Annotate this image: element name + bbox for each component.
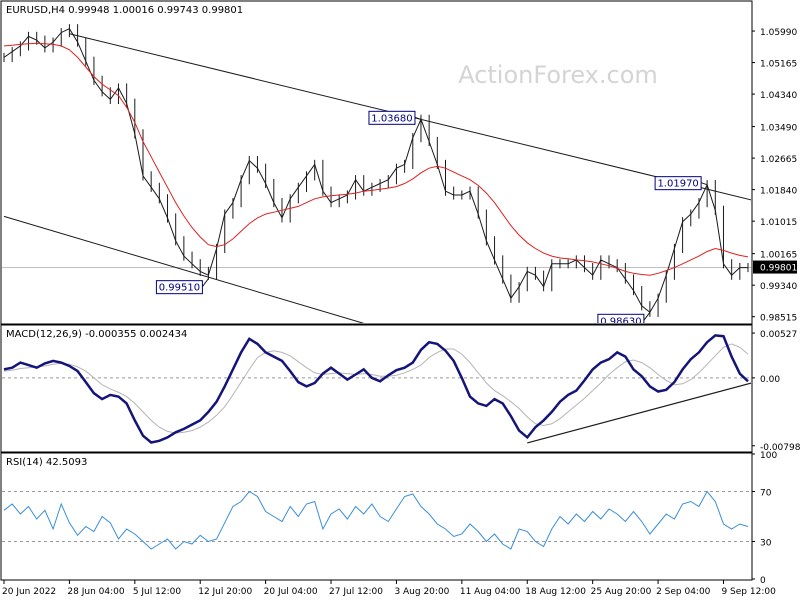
time-axis-label: 2 Sep 04:00 xyxy=(656,587,711,597)
price-axis-label: 0.99340 xyxy=(760,282,797,292)
price-panel-frame xyxy=(0,0,753,325)
current-price-label: 0.99801 xyxy=(760,264,797,274)
macd-axis-label: 0.00527 xyxy=(760,330,797,340)
time-axis-label: 5 Jul 12:00 xyxy=(133,587,182,597)
rsi-axis-label: 0 xyxy=(760,576,766,586)
chart-window: ActionForex.com 1.03680 0.99510 1.01970 0.9… xyxy=(0,0,800,600)
time-axis-label: 20 Jun 2022 xyxy=(2,587,56,597)
chart-canvas[interactable]: ActionForex.com 1.03680 0.99510 1.01970 0.9… xyxy=(0,0,800,600)
time-axis-label: 18 Aug 12:00 xyxy=(525,587,586,597)
annotation-label: 1.01970 xyxy=(657,179,698,190)
rsi-axis-label: 30 xyxy=(760,539,772,549)
time-axis-label: 3 Aug 20:00 xyxy=(394,587,449,597)
macd-panel-frame xyxy=(0,324,753,453)
price-axis-label: 1.00165 xyxy=(760,251,797,261)
time-axis-label: 28 Jun 04:00 xyxy=(67,587,124,597)
price-axis-label: 1.05165 xyxy=(760,60,797,70)
price-axis-label: 0.98515 xyxy=(760,314,797,324)
price-axis-label: 1.03490 xyxy=(760,124,797,134)
time-axis-label: 12 Jul 20:00 xyxy=(198,587,252,597)
price-panel-header: EURUSD,H4 0.99948 1.00016 0.99743 0.9980… xyxy=(6,5,243,16)
annotation-label: 0.99510 xyxy=(159,283,200,294)
macd-axis-label: 0.00 xyxy=(760,375,780,385)
rsi-panel-frame xyxy=(0,452,753,581)
time-axis-label: 27 Jul 12:00 xyxy=(329,587,383,597)
time-axis-label: 11 Aug 04:00 xyxy=(460,587,521,597)
watermark: ActionForex.com xyxy=(458,61,658,89)
rsi-axis-label: 100 xyxy=(760,451,777,461)
rsi-panel-header: RSI(14) 42.5093 xyxy=(6,457,87,468)
price-axis-label: 1.02665 xyxy=(760,155,797,165)
macd-panel-header: MACD(12,26,9) -0.000355 0.002434 xyxy=(6,329,187,340)
price-axis-label: 1.05990 xyxy=(760,28,797,38)
time-axis-label: 25 Aug 20:00 xyxy=(591,587,652,597)
annotation-label: 1.03680 xyxy=(371,113,412,124)
rsi-axis-label: 70 xyxy=(760,489,772,499)
price-axis-label: 1.01840 xyxy=(760,187,797,197)
time-axis-label: 9 Sep 12:00 xyxy=(721,587,776,597)
time-axis-label: 20 Jul 04:00 xyxy=(264,587,318,597)
price-axis-label: 1.04340 xyxy=(760,91,797,101)
price-axis-label: 1.01015 xyxy=(760,218,797,228)
